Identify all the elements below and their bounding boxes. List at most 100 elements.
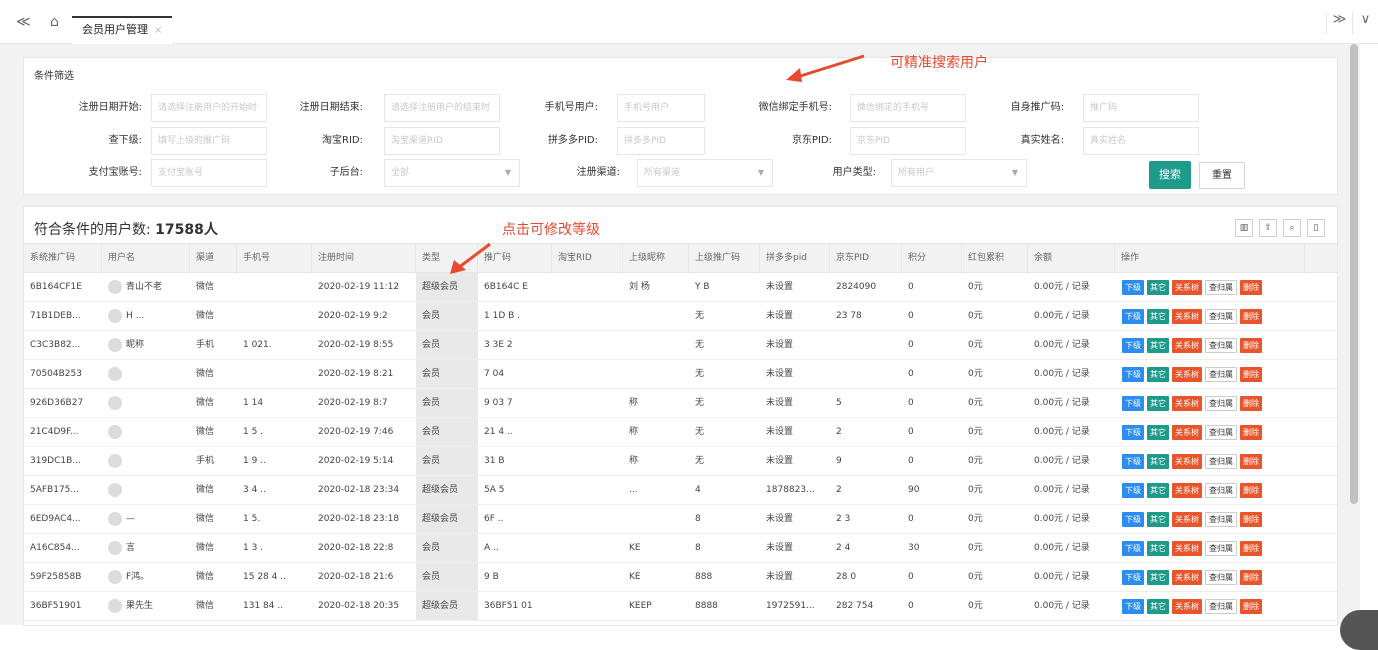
table-cell[interactable]: 会员 bbox=[416, 389, 478, 417]
attribution-button[interactable]: 查归属 bbox=[1205, 541, 1237, 556]
jd-pid-input[interactable]: 京东PID bbox=[850, 127, 966, 155]
attribution-button[interactable]: 查归属 bbox=[1205, 483, 1237, 498]
relation-tree-button[interactable]: 关系树 bbox=[1172, 541, 1202, 556]
other-button[interactable]: 其它 bbox=[1147, 570, 1169, 585]
table-cell[interactable]: 超级会员 bbox=[416, 273, 478, 301]
relation-tree-button[interactable]: 关系树 bbox=[1172, 425, 1202, 440]
attribution-button[interactable]: 查归属 bbox=[1205, 309, 1237, 324]
alipay-input[interactable]: 支付宝账号 bbox=[151, 159, 267, 187]
relation-tree-button[interactable]: 关系树 bbox=[1172, 338, 1202, 353]
other-button[interactable]: 其它 bbox=[1147, 599, 1169, 614]
table-row[interactable]: 36BF51901 果先生 微信 131 84 .. 2020-02-18 20:35 超… bbox=[24, 592, 1337, 621]
downline-button[interactable]: 下级 bbox=[1122, 425, 1144, 440]
table-row[interactable]: 70504B253 微信 2020-02-19 8:21 会员 7 04 无 未设置 0 0元 0… bbox=[24, 360, 1337, 389]
table-cell[interactable]: 会员 bbox=[416, 302, 478, 330]
downline-button[interactable]: 下级 bbox=[1122, 454, 1144, 469]
delete-button[interactable]: 删除 bbox=[1240, 367, 1262, 382]
column-header[interactable]: 用户名 bbox=[102, 244, 190, 274]
downline-input[interactable]: 填写上级的推广码 bbox=[151, 127, 267, 155]
other-button[interactable]: 其它 bbox=[1147, 309, 1169, 324]
downline-button[interactable]: 下级 bbox=[1122, 396, 1144, 411]
table-cell[interactable]: 会员 bbox=[416, 563, 478, 591]
table-row[interactable]: 5AFB175... 微信 3 4 .. 2020-02-18 23:34 超级会员 5A… bbox=[24, 476, 1337, 505]
column-header[interactable]: 红包累积 bbox=[962, 244, 1028, 274]
table-row[interactable]: 59F25858B F鸿。 微信 15 28 4 .. 2020-02-18 21:6 会… bbox=[24, 563, 1337, 592]
attribution-button[interactable]: 查归属 bbox=[1205, 454, 1237, 469]
relation-tree-button[interactable]: 关系树 bbox=[1172, 280, 1202, 295]
table-cell[interactable]: 会员 bbox=[416, 360, 478, 388]
downline-button[interactable]: 下级 bbox=[1122, 570, 1144, 585]
delete-button[interactable]: 删除 bbox=[1240, 570, 1262, 585]
pdd-pid-input[interactable]: 拼多多PID bbox=[617, 127, 705, 155]
relation-tree-button[interactable]: 关系树 bbox=[1172, 454, 1202, 469]
close-icon[interactable]: × bbox=[154, 25, 162, 36]
attribution-button[interactable]: 查归属 bbox=[1205, 280, 1237, 295]
column-header[interactable]: 上级昵称 bbox=[623, 244, 689, 274]
table-row[interactable]: 926D36B27 微信 1 14 2020-02-19 8:7 会员 9 03 7 称 无 未… bbox=[24, 389, 1337, 418]
column-header[interactable]: 积分 bbox=[902, 244, 962, 274]
relation-tree-button[interactable]: 关系树 bbox=[1172, 512, 1202, 527]
search-icon[interactable]: ⌕ bbox=[1283, 219, 1301, 237]
other-button[interactable]: 其它 bbox=[1147, 367, 1169, 382]
other-button[interactable]: 其它 bbox=[1147, 512, 1169, 527]
other-button[interactable]: 其它 bbox=[1147, 396, 1169, 411]
reg-start-input[interactable]: 请选择注册用户的开始时 bbox=[151, 94, 267, 122]
relation-tree-button[interactable]: 关系树 bbox=[1172, 309, 1202, 324]
delete-button[interactable]: 删除 bbox=[1240, 280, 1262, 295]
delete-button[interactable]: 删除 bbox=[1240, 541, 1262, 556]
table-row[interactable]: A16C854... 言 微信 1 3 . 2020-02-18 22:8 会员 A .. K… bbox=[24, 534, 1337, 563]
downline-button[interactable]: 下级 bbox=[1122, 280, 1144, 295]
other-button[interactable]: 其它 bbox=[1147, 483, 1169, 498]
relation-tree-button[interactable]: 关系树 bbox=[1172, 367, 1202, 382]
downline-button[interactable]: 下级 bbox=[1122, 309, 1144, 324]
downline-button[interactable]: 下级 bbox=[1122, 541, 1144, 556]
other-button[interactable]: 其它 bbox=[1147, 541, 1169, 556]
column-header[interactable]: 系统推广码 bbox=[24, 244, 102, 274]
phone-user-input[interactable]: 手机号用户 bbox=[617, 94, 705, 122]
delete-button[interactable]: 删除 bbox=[1240, 454, 1262, 469]
column-header[interactable]: 淘宝RID bbox=[552, 244, 623, 274]
tab-member-management[interactable]: 会员用户管理 × bbox=[72, 16, 173, 44]
downline-button[interactable]: 下级 bbox=[1122, 367, 1144, 382]
table-row[interactable]: 6ED9AC4... — 微信 1 5. 2020-02-18 23:18 超级会员 6F … bbox=[24, 505, 1337, 534]
scrollbar[interactable] bbox=[1350, 44, 1358, 504]
delete-button[interactable]: 删除 bbox=[1240, 483, 1262, 498]
taobao-rid-input[interactable]: 淘宝渠道RID bbox=[384, 127, 500, 155]
attribution-button[interactable]: 查归属 bbox=[1205, 599, 1237, 614]
table-cell[interactable]: 超级会员 bbox=[416, 476, 478, 504]
attribution-button[interactable]: 查归属 bbox=[1205, 512, 1237, 527]
delete-button[interactable]: 删除 bbox=[1240, 309, 1262, 324]
table-row[interactable]: 21C4D9F... 微信 1 5 . 2020-02-19 7:46 会员 21 4 .… bbox=[24, 418, 1337, 447]
reg-end-input[interactable]: 请选择注册用户的结束时 bbox=[384, 94, 500, 122]
column-header[interactable]: 注册时间 bbox=[312, 244, 416, 274]
table-row[interactable]: 71B1DEB... H ... 微信 2020-02-19 9:2 会员 1 1D B … bbox=[24, 302, 1337, 331]
table-row[interactable]: C3C3B82... 昵称 手机 1 021. 2020-02-19 8:55 会员 3 3… bbox=[24, 331, 1337, 360]
filter-columns-icon[interactable]: ▥ bbox=[1235, 219, 1253, 237]
downline-button[interactable]: 下级 bbox=[1122, 599, 1144, 614]
attribution-button[interactable]: 查归属 bbox=[1205, 338, 1237, 353]
table-cell[interactable]: 会员 bbox=[416, 447, 478, 475]
column-header[interactable]: 拼多多pid bbox=[760, 244, 830, 274]
attribution-button[interactable]: 查归属 bbox=[1205, 425, 1237, 440]
downline-button[interactable]: 下级 bbox=[1122, 338, 1144, 353]
reg-channel-select[interactable]: 所有渠道 ▼ bbox=[637, 159, 773, 187]
column-header[interactable]: 操作 bbox=[1115, 244, 1305, 274]
table-cell[interactable]: 会员 bbox=[416, 534, 478, 562]
column-header[interactable]: 渠道 bbox=[190, 244, 237, 274]
table-cell[interactable]: 超级会员 bbox=[416, 592, 478, 620]
other-button[interactable]: 其它 bbox=[1147, 425, 1169, 440]
delete-button[interactable]: 删除 bbox=[1240, 425, 1262, 440]
scroll-left-icon[interactable]: ≪ bbox=[16, 14, 31, 30]
attribution-button[interactable]: 查归属 bbox=[1205, 367, 1237, 382]
column-header[interactable]: 手机号 bbox=[237, 244, 312, 274]
export-icon[interactable]: ⇪ bbox=[1259, 219, 1277, 237]
relation-tree-button[interactable]: 关系树 bbox=[1172, 396, 1202, 411]
delete-button[interactable]: 删除 bbox=[1240, 512, 1262, 527]
floating-widget[interactable] bbox=[1340, 610, 1378, 650]
search-button[interactable]: 搜索 bbox=[1149, 161, 1191, 189]
attribution-button[interactable]: 查归属 bbox=[1205, 570, 1237, 585]
table-row[interactable]: 6B164CF1E 青山不老 微信 2020-02-19 11:12 超级会员 6B164… bbox=[24, 273, 1337, 302]
delete-button[interactable]: 删除 bbox=[1240, 599, 1262, 614]
attribution-button[interactable]: 查归属 bbox=[1205, 396, 1237, 411]
table-cell[interactable]: 会员 bbox=[416, 331, 478, 359]
